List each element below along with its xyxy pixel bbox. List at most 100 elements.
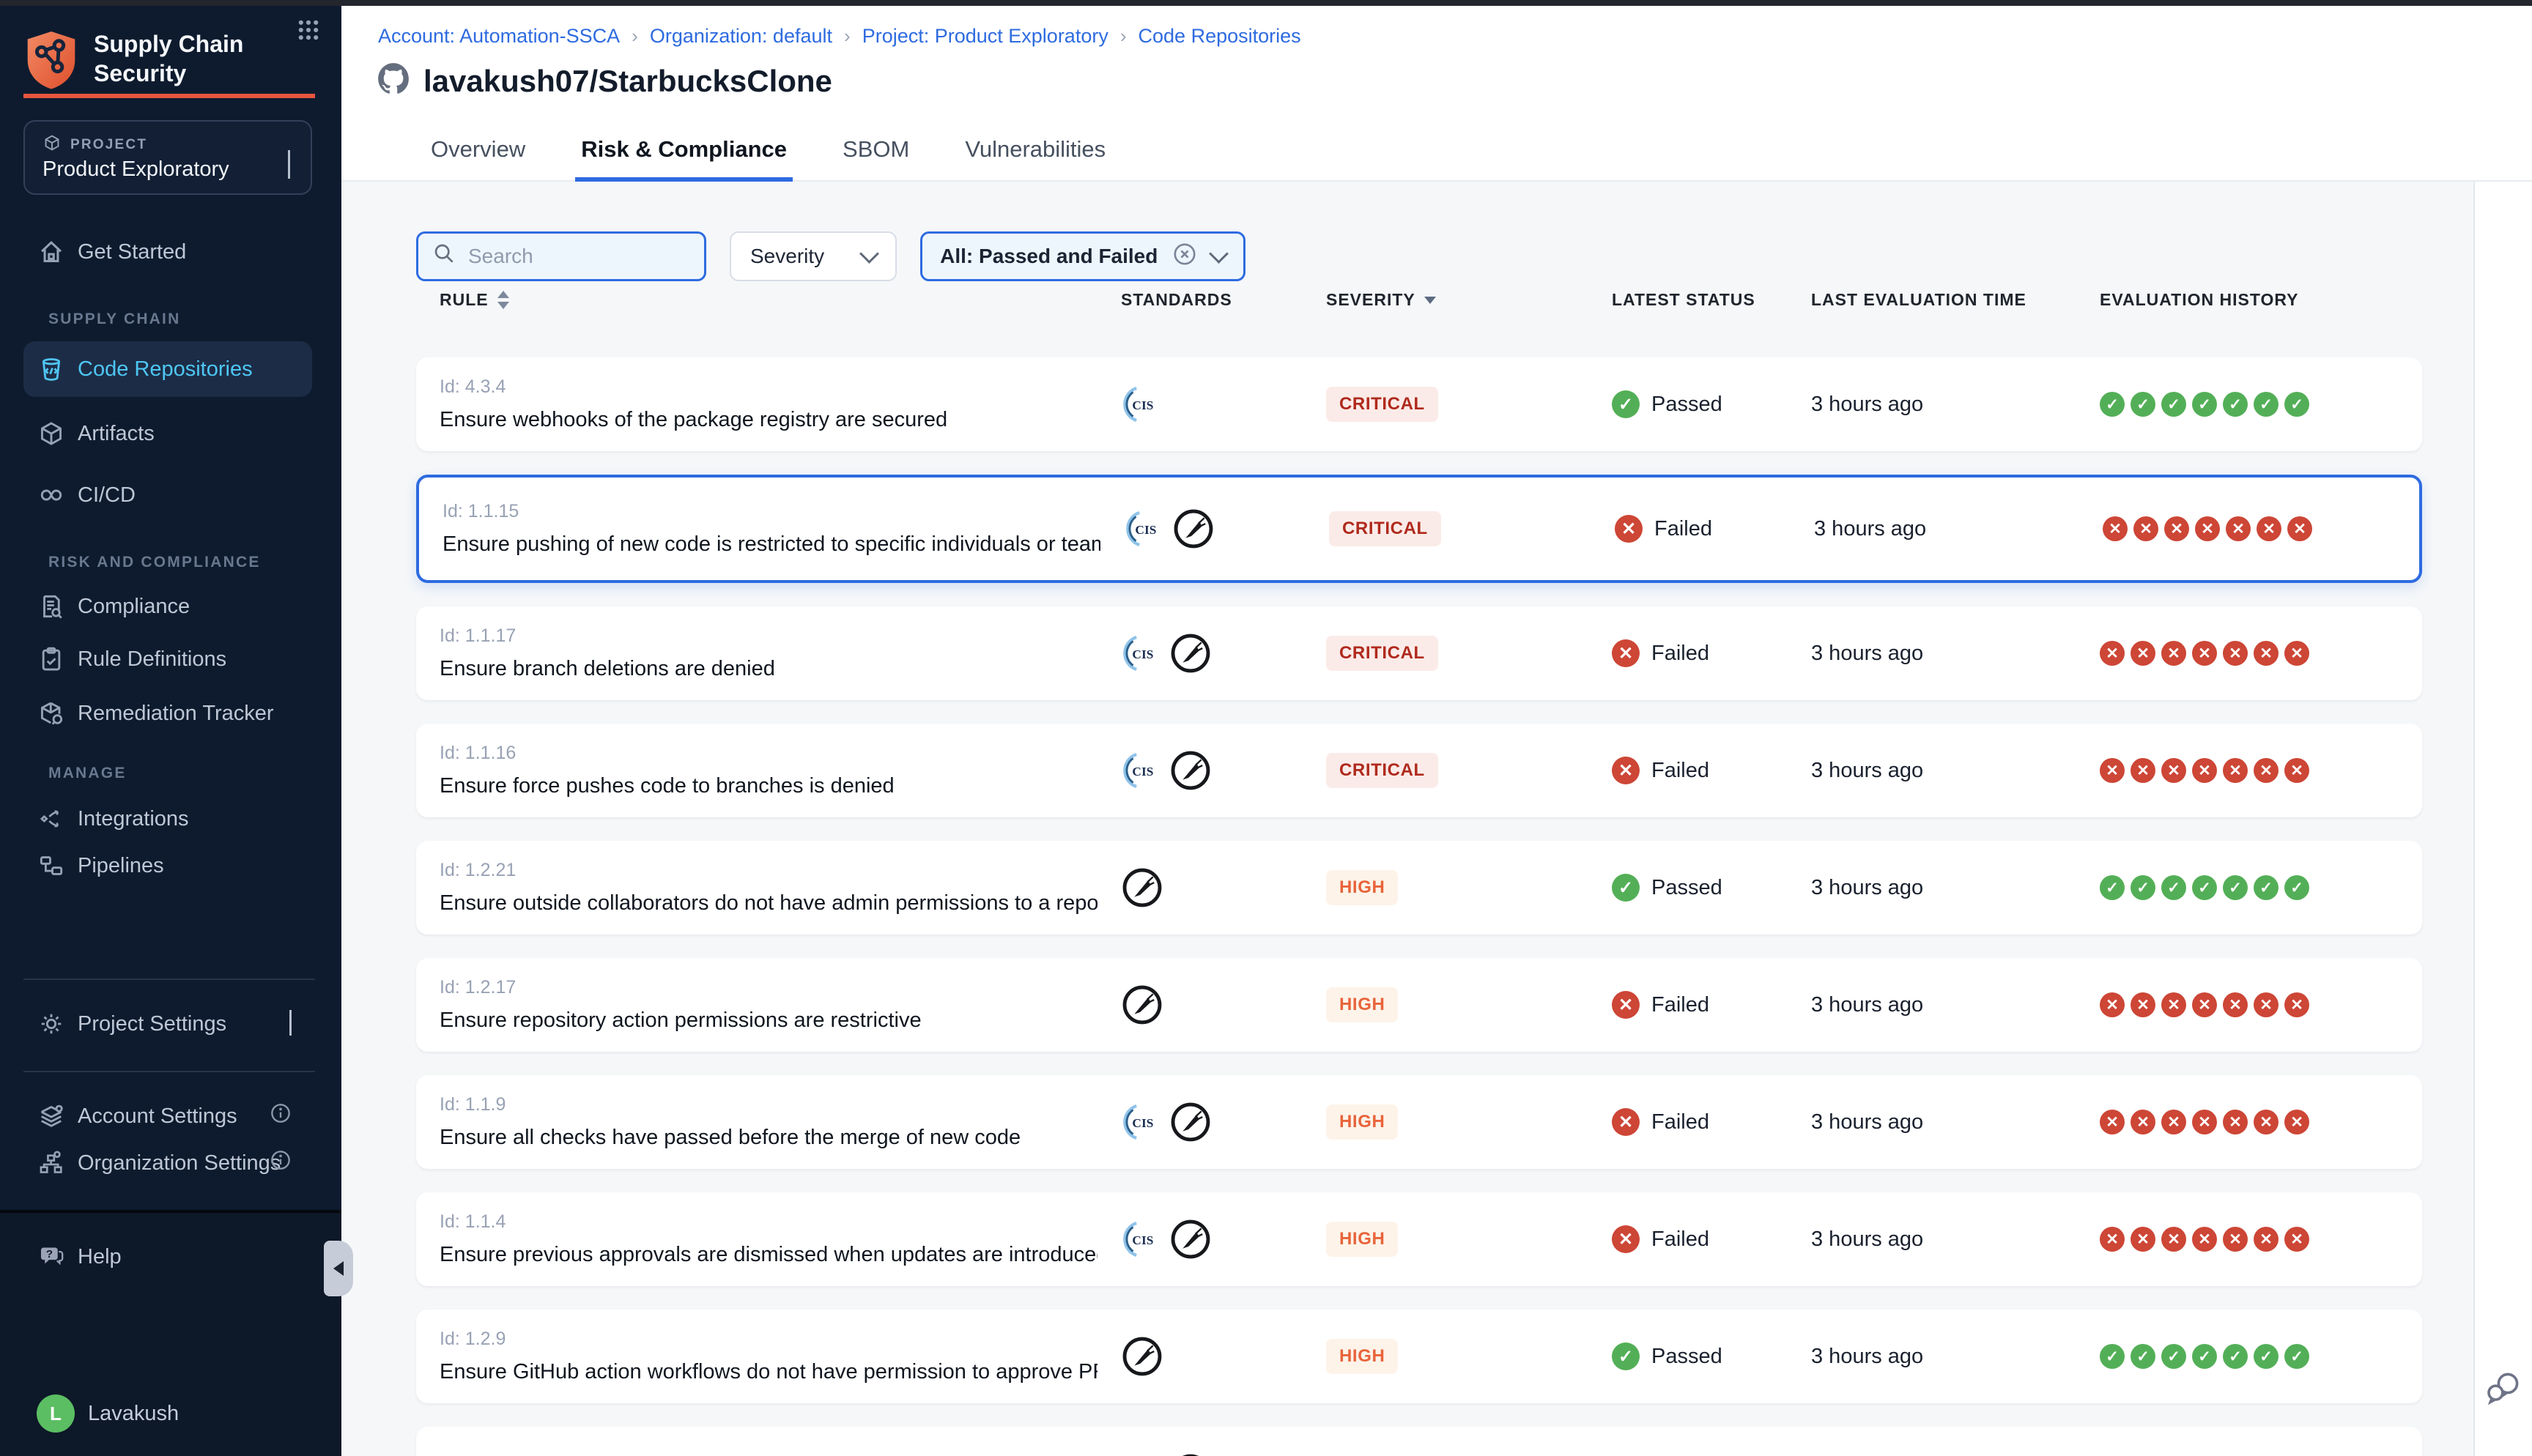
sidebar-item-label: Compliance bbox=[78, 595, 190, 619]
app-title: Supply Chain Security bbox=[94, 29, 243, 88]
document-search-icon bbox=[37, 592, 66, 621]
tab-overview[interactable]: Overview bbox=[425, 136, 531, 182]
sort-icon[interactable] bbox=[497, 291, 509, 309]
gear-icon bbox=[37, 1009, 66, 1039]
sidebar-item-remediation-tracker[interactable]: Remediation Tracker bbox=[23, 686, 312, 741]
search-input-wrap bbox=[416, 231, 706, 281]
latest-status: Failed bbox=[1588, 606, 1793, 700]
svg-text:CIS: CIS bbox=[1135, 523, 1156, 537]
sidebar-item-label: Account Settings bbox=[78, 1104, 237, 1129]
owasp-standard-icon bbox=[1169, 632, 1212, 675]
evaluation-history bbox=[2087, 1310, 2422, 1403]
sidebar-divider bbox=[23, 1071, 315, 1072]
evaluation-history bbox=[2087, 1427, 2422, 1456]
project-selector[interactable]: PROJECT Product Exploratory bbox=[23, 120, 312, 195]
status-filter-dropdown[interactable]: All: Passed and Failed bbox=[920, 231, 1245, 281]
sidebar-item-cicd[interactable]: CI/CD bbox=[23, 467, 312, 523]
module-grid-icon[interactable] bbox=[296, 18, 321, 48]
table-row[interactable]: Id: 1.2.17Ensure repository action permi… bbox=[416, 958, 2422, 1052]
integrations-icon bbox=[37, 804, 66, 833]
sidebar-item-label: Get Started bbox=[78, 240, 186, 264]
tab-sbom[interactable]: SBOM bbox=[837, 136, 915, 182]
owasp-standard-icon bbox=[1121, 1335, 1163, 1378]
status-text: Failed bbox=[1651, 1110, 1709, 1134]
breadcrumb: Account: Automation-SSCA › Organization:… bbox=[378, 25, 1301, 48]
status-icon bbox=[1612, 991, 1640, 1019]
info-icon[interactable] bbox=[270, 1102, 292, 1130]
standards-cell: CIS bbox=[1097, 1427, 1326, 1456]
sidebar-collapse-handle[interactable] bbox=[324, 1241, 353, 1296]
table-row[interactable]: Id: 4.3.4Ensure webhooks of the package … bbox=[416, 357, 2422, 451]
table-row[interactable]: Id: 1.1.17Ensure branch deletions are de… bbox=[416, 606, 2422, 700]
sidebar-item-label: Integrations bbox=[78, 807, 189, 831]
status-icon bbox=[1612, 1108, 1640, 1136]
sidebar-item-label: CI/CD bbox=[78, 483, 136, 508]
breadcrumb-organization[interactable]: Organization: default bbox=[650, 25, 832, 48]
cis-standard-icon: CIS bbox=[1121, 634, 1160, 673]
table-row[interactable]: Id: 1.1.9Ensure all checks have passed b… bbox=[416, 1075, 2422, 1169]
evaluation-time: 3 hours ago bbox=[1793, 1192, 2087, 1286]
standards-cell: CIS bbox=[1097, 357, 1326, 451]
filter-bar: Severity All: Passed and Failed bbox=[416, 231, 1245, 281]
rule-text: Ensure pushing of new code is restricted… bbox=[443, 532, 1100, 557]
breadcrumb-code-repositories[interactable]: Code Repositories bbox=[1139, 25, 1301, 48]
tab-vulnerabilities[interactable]: Vulnerabilities bbox=[959, 136, 1111, 182]
svg-text:CIS: CIS bbox=[1132, 1233, 1153, 1247]
table-row[interactable]: Id: 1.1.15Ensure pushing of new code is … bbox=[416, 475, 2422, 583]
tab-risk-and-compliance[interactable]: Risk & Compliance bbox=[575, 136, 793, 182]
column-standards: STANDARDS bbox=[1121, 290, 1232, 310]
sidebar-item-get-started[interactable]: Get Started bbox=[23, 224, 312, 280]
table-row[interactable]: Id: 1.1.5 CIS HIGH Failed 3 hours ago bbox=[416, 1427, 2422, 1456]
feedback-chat-icon[interactable] bbox=[2484, 1368, 2523, 1414]
clear-filter-icon[interactable] bbox=[1172, 242, 1197, 272]
severity-badge: CRITICAL bbox=[1326, 636, 1438, 671]
status-icon bbox=[1612, 1225, 1640, 1253]
evaluation-time: 3 hours ago bbox=[1793, 841, 2087, 935]
rule-text: Ensure branch deletions are denied bbox=[440, 657, 1097, 681]
chevron-right-icon bbox=[288, 150, 290, 179]
standards-cell: CIS bbox=[1097, 1192, 1326, 1286]
sidebar-item-label: Artifacts bbox=[78, 422, 155, 446]
rule-id: Id: 1.2.9 bbox=[440, 1329, 1097, 1350]
sidebar-item-pipelines[interactable]: Pipelines bbox=[23, 838, 312, 894]
table-header: RULE STANDARDS SEVERITY LATEST STATUS LA… bbox=[416, 290, 2422, 310]
rule-text: Ensure webhooks of the package registry … bbox=[440, 408, 1097, 432]
layers-gear-icon bbox=[37, 1102, 66, 1131]
owasp-standard-icon bbox=[1172, 508, 1215, 550]
rule-table: Id: 4.3.4Ensure webhooks of the package … bbox=[416, 357, 2422, 1456]
sidebar-item-rule-definitions[interactable]: Rule Definitions bbox=[23, 631, 312, 687]
window-top-edge bbox=[0, 0, 2532, 6]
status-icon bbox=[1612, 390, 1640, 418]
column-rule[interactable]: RULE bbox=[440, 290, 489, 310]
sidebar-item-organization-settings[interactable]: Organization Settings bbox=[23, 1135, 312, 1191]
sidebar-item-compliance[interactable]: Compliance bbox=[23, 579, 312, 634]
avatar: L bbox=[37, 1394, 75, 1433]
severity-badge: HIGH bbox=[1326, 1222, 1398, 1257]
evaluation-time: 3 hours ago bbox=[1793, 357, 2087, 451]
sidebar-item-label: Project Settings bbox=[78, 1012, 226, 1036]
app-logo-row: Supply Chain Security bbox=[23, 29, 327, 97]
breadcrumb-project[interactable]: Project: Product Exploratory bbox=[862, 25, 1108, 48]
evaluation-history bbox=[2087, 841, 2422, 935]
severity-filter-dropdown[interactable]: Severity bbox=[730, 231, 897, 281]
column-severity[interactable]: SEVERITY bbox=[1326, 290, 1415, 310]
sidebar-item-code-repositories[interactable]: Code Repositories bbox=[23, 341, 312, 397]
table-row[interactable]: Id: 1.1.16Ensure force pushes code to br… bbox=[416, 724, 2422, 817]
breadcrumb-account[interactable]: Account: Automation-SSCA bbox=[378, 25, 620, 48]
sidebar-section-manage: MANAGE bbox=[48, 765, 127, 782]
severity-badge: CRITICAL bbox=[1326, 387, 1438, 422]
table-row[interactable]: Id: 1.1.4Ensure previous approvals are d… bbox=[416, 1192, 2422, 1286]
user-menu[interactable]: L Lavakush bbox=[37, 1394, 179, 1433]
search-input[interactable] bbox=[465, 243, 689, 270]
table-row[interactable]: Id: 1.2.21Ensure outside collaborators d… bbox=[416, 841, 2422, 935]
sidebar-item-project-settings[interactable]: Project Settings bbox=[23, 996, 312, 1052]
info-icon[interactable] bbox=[270, 1149, 292, 1177]
sort-desc-icon[interactable] bbox=[1424, 297, 1436, 304]
sidebar-item-artifacts[interactable]: Artifacts bbox=[23, 406, 312, 461]
sidebar-item-help[interactable]: ? Help bbox=[23, 1229, 312, 1285]
breadcrumb-separator: › bbox=[1120, 25, 1127, 48]
status-text: Failed bbox=[1654, 517, 1712, 541]
project-name: Product Exploratory bbox=[42, 157, 229, 182]
table-row[interactable]: Id: 1.2.9Ensure GitHub action workflows … bbox=[416, 1310, 2422, 1403]
status-icon bbox=[1612, 874, 1640, 902]
